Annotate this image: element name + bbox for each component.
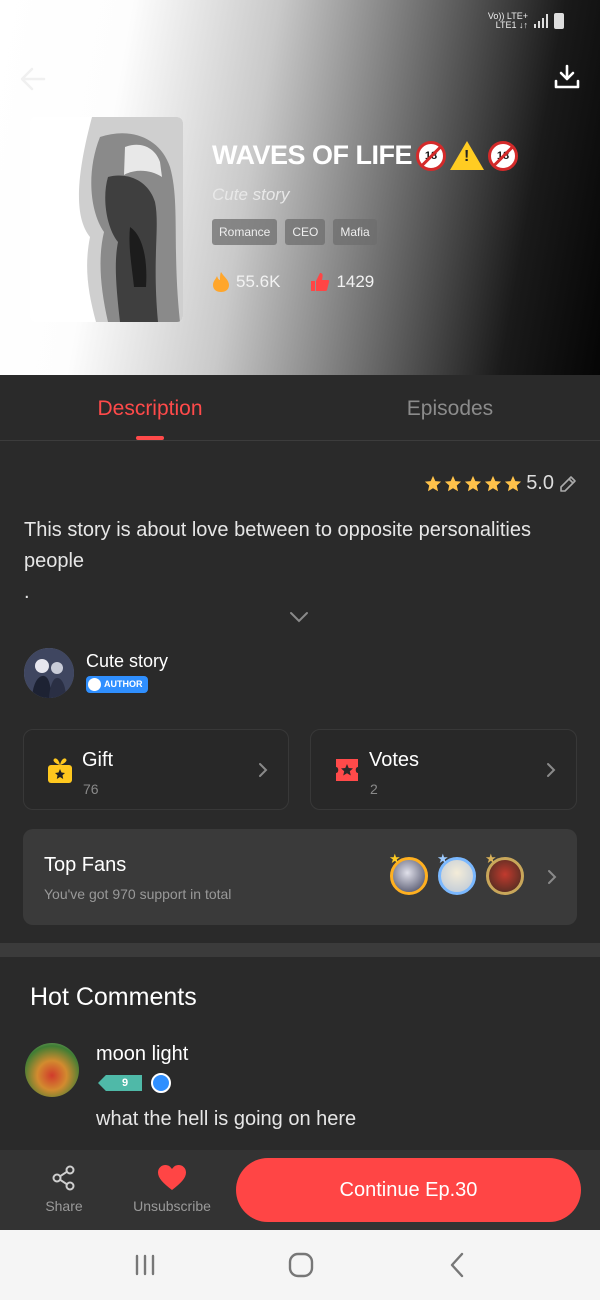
- download-icon[interactable]: [554, 64, 580, 90]
- tag[interactable]: Romance: [212, 219, 278, 245]
- commenter-avatar[interactable]: [25, 1043, 79, 1097]
- star-icon: [445, 475, 462, 491]
- book-info: WAVES OF LIFE 18 ! 18 Cute story Romance…: [212, 140, 582, 293]
- author-badge: AUTHOR: [86, 675, 148, 693]
- level-badge: 9: [98, 1075, 142, 1091]
- section-divider: [0, 943, 600, 957]
- bottom-action-bar: Share Unsubscribe Continue Ep.30: [0, 1150, 600, 1230]
- fan-avatar[interactable]: ★: [437, 852, 476, 895]
- comment-text: what the hell is going on here: [96, 1108, 357, 1130]
- recent-apps-icon[interactable]: [130, 1250, 160, 1280]
- fan-avatar[interactable]: ★: [485, 852, 524, 895]
- author-name[interactable]: Cute story: [86, 651, 168, 672]
- top-fans-label: Top Fans: [44, 854, 127, 876]
- expand-chevron-icon[interactable]: [288, 610, 310, 624]
- share-icon: [52, 1165, 75, 1191]
- vote-ticket-icon: [336, 759, 358, 781]
- status-bar: Vo)) LTE+ LTE1 ↓↑: [488, 12, 564, 30]
- gift-card[interactable]: Gift 76: [23, 729, 289, 810]
- home-icon[interactable]: [286, 1250, 316, 1280]
- book-stats: 55.6K 1429: [212, 271, 582, 293]
- chevron-right-icon: [259, 763, 268, 777]
- hot-comments-title: Hot Comments: [30, 983, 197, 1011]
- edit-pencil-icon[interactable]: [558, 474, 578, 494]
- views-stat: 55.6K: [212, 271, 280, 293]
- author-badge-icon: [151, 1073, 171, 1093]
- continue-reading-button[interactable]: Continue Ep.30: [236, 1158, 581, 1222]
- tab-episodes[interactable]: Episodes: [300, 375, 600, 440]
- likes-stat: 1429: [310, 272, 374, 292]
- top-fans-card[interactable]: Top Fans You've got 970 support in total…: [23, 829, 577, 925]
- fan-avatar[interactable]: ★: [389, 852, 428, 895]
- commenter-name[interactable]: moon light: [96, 1043, 188, 1066]
- fire-icon: [213, 272, 229, 292]
- author-row[interactable]: Cute story AUTHOR: [24, 648, 168, 698]
- author-avatar[interactable]: [24, 648, 74, 698]
- tab-bar: Description Episodes: [0, 375, 600, 441]
- votes-card[interactable]: Votes 2: [310, 729, 577, 810]
- tag[interactable]: Mafia: [333, 219, 377, 245]
- votes-count: 2: [370, 781, 378, 797]
- book-cover: [30, 117, 183, 322]
- system-nav-bar: [0, 1230, 600, 1300]
- back-nav-icon[interactable]: [443, 1250, 473, 1280]
- chevron-right-icon: [547, 763, 556, 777]
- rating-value: 5.0: [526, 472, 554, 494]
- tag-list: Romance CEO Mafia: [212, 219, 582, 245]
- star-icon: [465, 475, 482, 491]
- commenter-level: 9: [98, 1073, 171, 1093]
- thumbs-up-icon: [311, 273, 330, 291]
- chevron-right-icon: [548, 870, 557, 884]
- network-indicator: Vo)) LTE+ LTE1 ↓↑: [487, 11, 528, 30]
- back-arrow-icon[interactable]: [18, 64, 48, 94]
- description-text: This story is about love between to oppo…: [24, 519, 531, 603]
- share-button[interactable]: Share: [40, 1164, 88, 1214]
- adult-content-icon: 18: [416, 140, 447, 171]
- heart-icon: [158, 1165, 186, 1190]
- crown-icon: ★: [389, 851, 401, 866]
- star-icon: [485, 475, 502, 491]
- unsubscribe-button[interactable]: Unsubscribe: [128, 1164, 216, 1214]
- rating: 5.0: [424, 472, 578, 495]
- gift-count: 76: [83, 781, 99, 797]
- warning-icon: !: [450, 141, 485, 170]
- signal-icon: [534, 14, 548, 28]
- crown-icon: ★: [485, 851, 497, 866]
- adult-content-icon: 18: [488, 140, 519, 171]
- star-icon: [505, 475, 522, 491]
- author-badge-icon: [88, 677, 101, 691]
- gift-icon: [48, 758, 72, 783]
- top-fans-avatars: ★ ★ ★: [389, 852, 524, 895]
- top-fans-subtitle: You've got 970 support in total: [44, 886, 232, 902]
- crown-icon: ★: [437, 851, 449, 866]
- book-header: Vo)) LTE+ LTE1 ↓↑ WAVES OF LIFE 18 ! 18: [0, 0, 600, 375]
- star-icon: [425, 475, 442, 491]
- votes-label: Votes: [369, 749, 420, 771]
- gift-label: Gift: [82, 749, 114, 771]
- battery-icon: [554, 13, 564, 29]
- tab-description[interactable]: Description: [0, 375, 300, 440]
- tag[interactable]: CEO: [285, 219, 326, 245]
- book-title: WAVES OF LIFE: [212, 140, 413, 170]
- book-author-label: Cute story: [212, 185, 290, 204]
- rating-stars: [424, 475, 522, 493]
